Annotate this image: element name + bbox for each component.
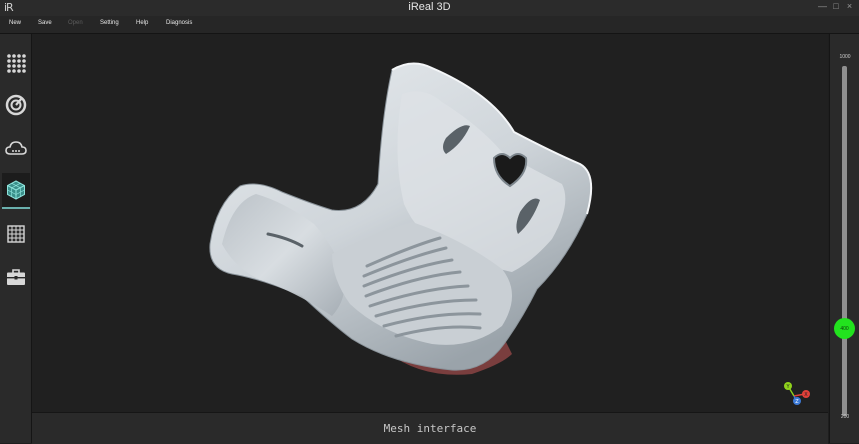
slider-max-label: 1000 xyxy=(839,54,851,60)
mesh-model xyxy=(209,62,593,375)
left-toolbar xyxy=(0,34,32,443)
menu-save[interactable]: Save xyxy=(38,20,52,26)
menu-bar: New Save Open Setting Help Diagnosis xyxy=(0,16,859,34)
menu-open: Open xyxy=(68,20,83,26)
status-bar: Mesh interface xyxy=(32,412,828,444)
3d-viewport[interactable]: Y X Z xyxy=(32,34,828,412)
menu-setting[interactable]: Setting xyxy=(100,20,119,26)
slider-thumb[interactable]: 400 xyxy=(834,318,855,339)
window-title: iReal 3D xyxy=(408,1,451,13)
tool-scan[interactable] xyxy=(2,88,30,122)
title-bar: iR iReal 3D — □ × xyxy=(0,0,859,16)
axis-gizmo-icon: Y X Z xyxy=(784,382,810,405)
grid-table-icon xyxy=(7,225,25,243)
right-panel: 1000 400 200 xyxy=(829,34,859,443)
status-text: Mesh interface xyxy=(383,422,477,435)
cloud-icon xyxy=(5,141,27,155)
menu-new[interactable]: New xyxy=(9,20,21,26)
menu-help[interactable]: Help xyxy=(136,20,148,26)
tool-grid-dots[interactable] xyxy=(2,46,30,80)
minimize-button[interactable]: — xyxy=(817,1,828,11)
tool-mesh[interactable] xyxy=(2,173,30,209)
z-axis-label: Z xyxy=(795,399,799,405)
grid-dots-icon xyxy=(7,54,26,73)
toolbox-icon xyxy=(7,269,25,285)
maximize-button[interactable]: □ xyxy=(830,1,841,11)
mesh-cube-icon xyxy=(7,180,25,200)
slider-min-label: 200 xyxy=(840,414,850,420)
scan-target-icon xyxy=(5,94,27,116)
slider-track[interactable] xyxy=(842,66,847,416)
menu-diagnosis[interactable]: Diagnosis xyxy=(166,20,192,26)
close-button[interactable]: × xyxy=(844,1,855,11)
tool-cloud[interactable] xyxy=(2,131,30,165)
tool-toolbox[interactable] xyxy=(2,260,30,294)
x-axis-label: X xyxy=(804,392,808,398)
tool-grid-table[interactable] xyxy=(2,217,30,251)
window-controls: — □ × xyxy=(817,1,855,11)
